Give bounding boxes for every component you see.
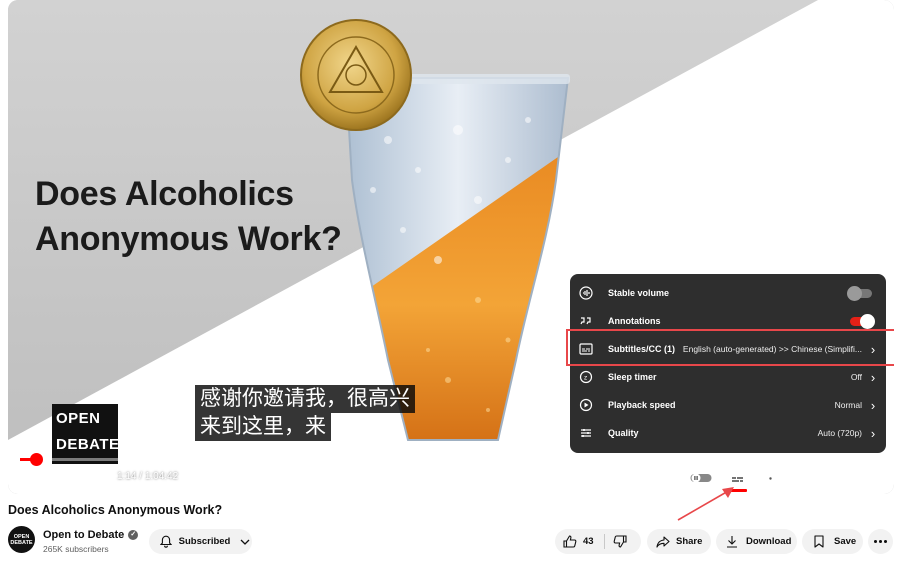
gear-icon bbox=[764, 472, 776, 484]
theater-mode-icon bbox=[826, 472, 844, 484]
dislike-button[interactable] bbox=[605, 529, 635, 554]
like-button[interactable]: 43 bbox=[555, 529, 604, 554]
menu-label: Stable volume bbox=[608, 288, 670, 298]
chevron-right-icon: › bbox=[870, 425, 876, 441]
share-icon bbox=[656, 535, 670, 549]
current-time: 1:14 bbox=[117, 471, 137, 482]
like-dislike-group: 43 bbox=[555, 529, 641, 554]
subscribed-button[interactable]: Subscribed bbox=[149, 529, 252, 554]
subtitle-line-1: 感谢你邀请我，很高兴 bbox=[195, 385, 415, 413]
subtitle-caption: 感谢你邀请我，很高兴 来到这里，来 bbox=[195, 385, 415, 441]
save-label: Save bbox=[834, 536, 857, 547]
menu-item-stable-volume[interactable]: Stable volume bbox=[570, 279, 886, 307]
volume-icon bbox=[90, 472, 104, 484]
fullscreen-button[interactable] bbox=[857, 466, 881, 490]
progress-bar[interactable] bbox=[20, 453, 882, 466]
menu-item-quality[interactable]: Quality Auto (720p) › bbox=[570, 419, 886, 447]
annotation-arrow bbox=[677, 487, 734, 521]
menu-item-playback-speed[interactable]: Playback speed Normal › bbox=[570, 391, 886, 419]
duration: 1:04:42 bbox=[144, 471, 179, 482]
thumbs-up-icon bbox=[563, 535, 577, 549]
bookmark-icon bbox=[812, 535, 826, 549]
sleep-timer-icon: z bbox=[578, 369, 594, 385]
svg-text:z: z bbox=[584, 375, 587, 382]
subtitle-line-2: 来到这里，来 bbox=[195, 413, 331, 441]
share-button[interactable]: Share bbox=[647, 529, 711, 554]
download-icon bbox=[725, 535, 739, 549]
menu-value: Off bbox=[850, 372, 862, 382]
annotations-icon bbox=[578, 313, 594, 329]
download-label: Download bbox=[746, 536, 792, 547]
time-separator: / bbox=[136, 471, 145, 482]
subscriber-count: 265K subscribers bbox=[43, 544, 109, 554]
menu-label: Quality bbox=[608, 428, 639, 438]
download-button[interactable]: Download bbox=[716, 529, 797, 554]
like-count: 43 bbox=[583, 536, 594, 547]
theater-mode-button[interactable] bbox=[823, 466, 847, 490]
play-icon bbox=[28, 472, 38, 484]
player-controls: 1:14 / 1:04:42 bbox=[8, 464, 894, 494]
share-label: Share bbox=[676, 536, 703, 547]
logo-line-2: DEBATE bbox=[56, 436, 120, 453]
avatar-line-2: DEBATE bbox=[10, 539, 33, 546]
more-actions-button[interactable] bbox=[868, 529, 893, 554]
save-button[interactable]: Save bbox=[802, 529, 863, 554]
subscribed-label: Subscribed bbox=[178, 536, 231, 547]
youtube-watch-page: Does Alcoholics Anonymous Work? OPEN DEB… bbox=[0, 0, 900, 562]
channel-logo-watermark: OPEN DEBATE bbox=[52, 404, 120, 464]
volume-button[interactable] bbox=[86, 466, 108, 490]
stable-volume-toggle[interactable] bbox=[847, 285, 872, 301]
video-title-overlay: Does Alcoholics Anonymous Work? bbox=[35, 175, 342, 258]
chevron-right-icon: › bbox=[870, 369, 876, 385]
playback-speed-icon bbox=[578, 397, 594, 413]
channel-name-link[interactable]: Open to Debate ✓ bbox=[43, 529, 139, 541]
time-display: 1:14 / 1:04:42 bbox=[117, 471, 178, 482]
menu-value: Auto (720p) bbox=[817, 428, 862, 438]
settings-button[interactable] bbox=[758, 466, 782, 490]
menu-item-sleep-timer[interactable]: z Sleep timer Off › bbox=[570, 363, 886, 391]
logo-line-1: OPEN bbox=[56, 410, 101, 427]
play-button[interactable] bbox=[22, 466, 44, 490]
thumbs-down-icon bbox=[613, 535, 627, 549]
chevron-down-icon bbox=[238, 535, 252, 549]
annotation-highlight-box bbox=[566, 329, 894, 366]
more-horizontal-icon bbox=[873, 540, 888, 543]
miniplayer-icon bbox=[794, 472, 810, 484]
bell-icon bbox=[159, 535, 173, 549]
stable-volume-icon bbox=[578, 285, 594, 301]
video-title: Does Alcoholics Anonymous Work? bbox=[8, 503, 223, 517]
annotations-toggle[interactable] bbox=[850, 313, 875, 329]
video-player[interactable]: Does Alcoholics Anonymous Work? OPEN DEB… bbox=[8, 0, 894, 494]
next-icon bbox=[59, 473, 71, 483]
channel-avatar[interactable]: OPEN DEBATE bbox=[8, 526, 35, 553]
menu-label: Annotations bbox=[608, 316, 661, 326]
chevron-right-icon: › bbox=[870, 397, 876, 413]
menu-label: Sleep timer bbox=[608, 372, 657, 382]
channel-name: Open to Debate bbox=[43, 529, 125, 541]
quality-icon bbox=[578, 425, 594, 441]
fullscreen-icon bbox=[862, 471, 876, 485]
verified-check-icon: ✓ bbox=[128, 530, 139, 540]
menu-value: Normal bbox=[834, 400, 862, 410]
miniplayer-button[interactable] bbox=[790, 466, 814, 490]
next-button[interactable] bbox=[54, 466, 76, 490]
menu-label: Playback speed bbox=[608, 400, 676, 410]
